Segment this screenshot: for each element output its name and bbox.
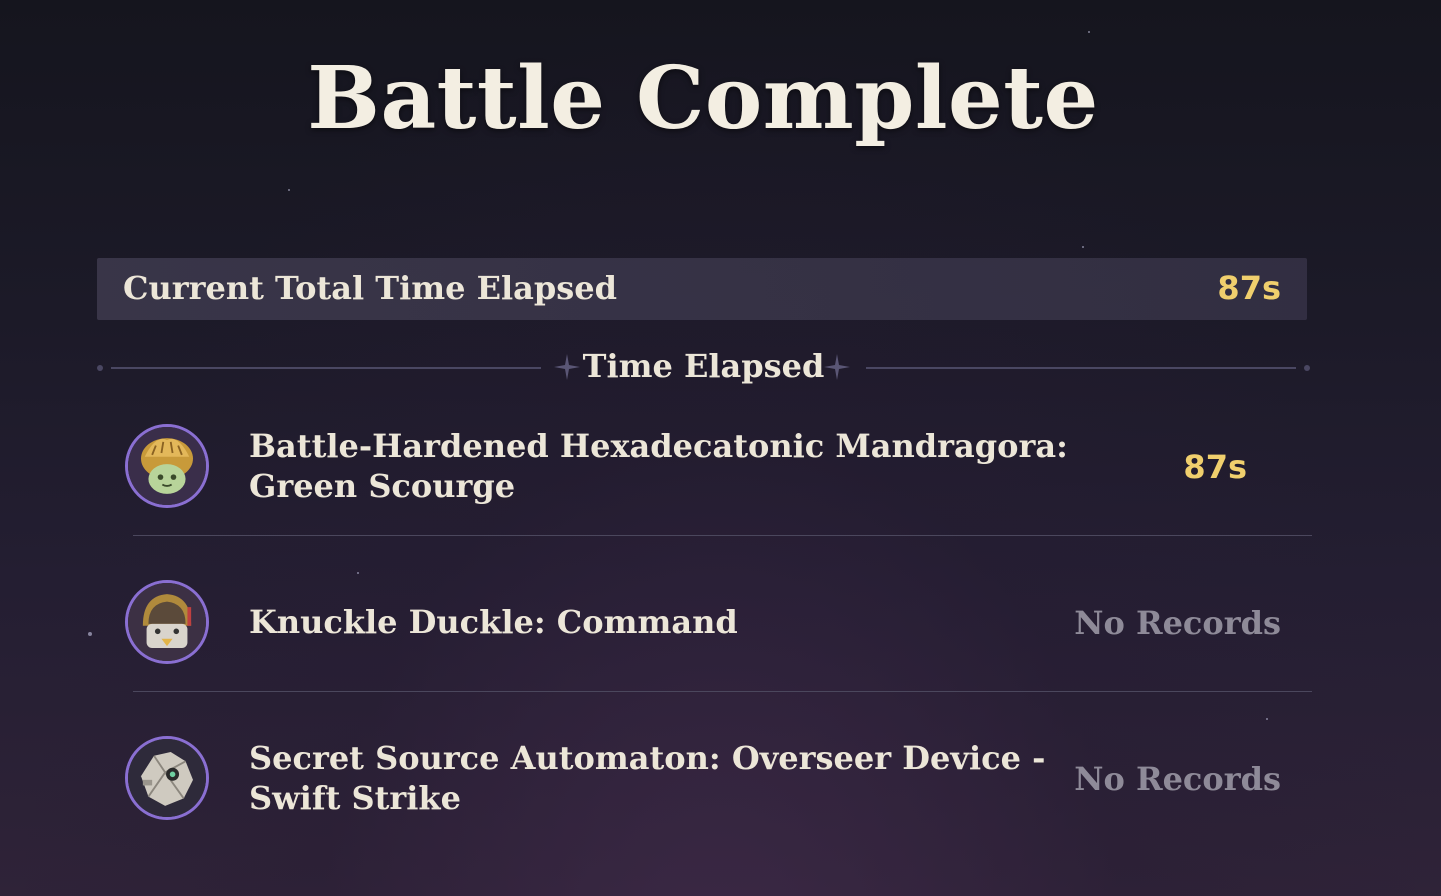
sparkle-icon	[824, 354, 850, 380]
boss-no-records: No Records	[1074, 760, 1281, 798]
total-time-label: Current Total Time Elapsed	[123, 269, 618, 307]
boss-record-row: Secret Source Automaton: Overseer Device…	[97, 692, 1312, 848]
background-star	[288, 189, 290, 191]
knuckle-duckle-portrait-icon	[125, 580, 209, 664]
divider-line	[866, 367, 1296, 369]
boss-name: Knuckle Duckle: Command	[249, 603, 738, 641]
background-star	[88, 632, 92, 636]
background-star	[1082, 246, 1084, 248]
automaton-portrait-icon	[125, 736, 209, 820]
boss-name: Secret Source Automaton: Overseer Device…	[249, 739, 1046, 817]
total-time-bar: Current Total Time Elapsed 87s	[97, 258, 1307, 320]
page-title: Battle Complete	[307, 48, 1099, 149]
total-time-value: 87s	[1217, 269, 1281, 307]
boss-name: Battle-Hardened Hexadecatonic Mandragora…	[249, 427, 1068, 505]
boss-no-records: No Records	[1074, 604, 1281, 642]
boss-time-value: 87s	[1183, 448, 1247, 486]
background-star	[1088, 31, 1090, 33]
mandragora-portrait-icon	[125, 424, 209, 508]
boss-record-row: Knuckle Duckle: Command No Records	[97, 536, 1312, 692]
boss-record-row: Battle-Hardened Hexadecatonic Mandragora…	[97, 380, 1312, 536]
divider-dot	[1304, 365, 1310, 371]
